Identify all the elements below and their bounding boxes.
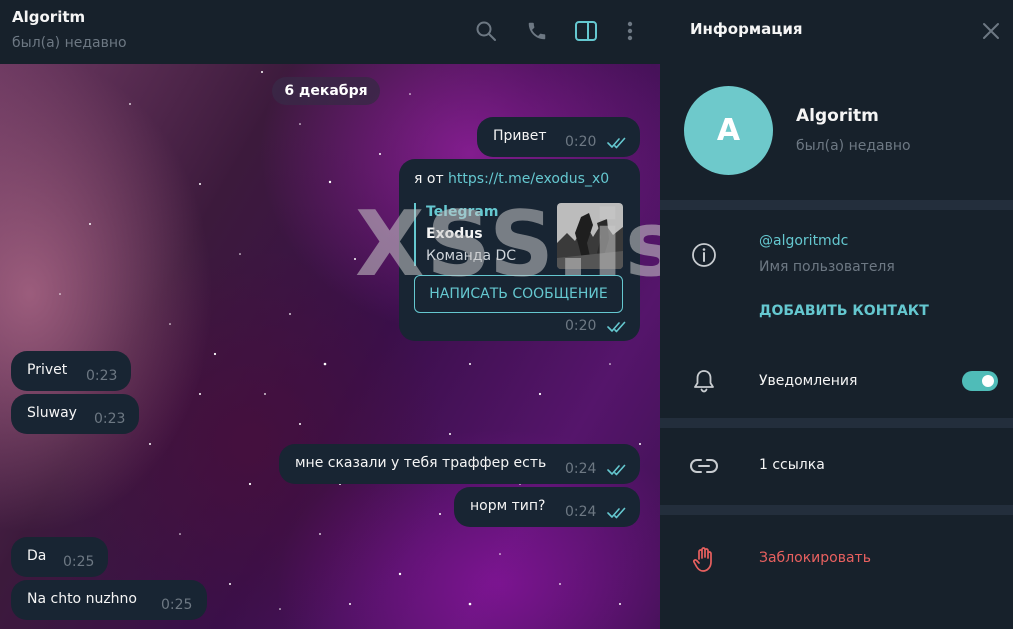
link-preview-site: Telegram (426, 204, 499, 220)
message-time: 0:23 (94, 411, 126, 427)
info-icon (690, 241, 718, 269)
message-bubble-incoming[interactable]: Na chto nuzhno 0:25 (11, 580, 207, 620)
section-divider (660, 418, 1013, 428)
double-check-icon (607, 321, 626, 333)
message-text: Da (27, 548, 47, 564)
write-message-button[interactable]: НАПИСАТЬ СООБЩЕНИЕ (414, 275, 623, 313)
chat-panel: Algoritm был(а) недавно 6 декабря Привет… (0, 0, 660, 629)
message-bubble-incoming[interactable]: Da 0:25 (11, 537, 108, 577)
message-link[interactable]: https://t.me/exodus_x0 (448, 171, 609, 187)
chat-title[interactable]: Algoritm (12, 8, 85, 26)
double-check-icon (607, 464, 626, 476)
message-text: Privet (27, 362, 68, 378)
link-preview-bar (414, 203, 416, 266)
block-user-button[interactable]: Заблокировать (759, 550, 871, 566)
add-contact-button[interactable]: ДОБАВИТЬ КОНТАКТ (759, 303, 929, 319)
phone-icon[interactable] (522, 16, 552, 46)
message-time: 0:25 (161, 597, 193, 613)
bell-icon (690, 367, 718, 395)
message-time: 0:23 (86, 368, 118, 384)
link-icon (690, 452, 718, 480)
info-panel-title: Информация (690, 20, 803, 38)
message-bubble-outgoing[interactable]: мне сказали у тебя траффер есть 0:24 (279, 444, 640, 484)
message-time: 0:24 (565, 504, 597, 520)
chat-status: был(а) недавно (12, 35, 127, 51)
message-text: Sluway (27, 405, 77, 421)
message-text: мне сказали у тебя траффер есть (295, 455, 547, 471)
info-panel: Информация A Algoritm был(а) недавно @al… (660, 0, 1013, 629)
profile-status: был(а) недавно (796, 138, 911, 154)
notifications-toggle[interactable] (962, 371, 998, 391)
sidebar-toggle-icon[interactable] (571, 16, 601, 46)
date-separator: 6 декабря (272, 77, 380, 105)
message-bubble-incoming[interactable]: Sluway 0:23 (11, 394, 139, 434)
hand-block-icon (690, 545, 718, 573)
message-text: норм тип? (470, 498, 546, 514)
search-icon[interactable] (471, 16, 501, 46)
chat-header: Algoritm был(а) недавно (0, 0, 660, 64)
close-icon[interactable] (978, 18, 1004, 44)
profile-name: Algoritm (796, 106, 879, 126)
message-text: Привет (493, 128, 547, 144)
toggle-knob (980, 373, 996, 389)
message-text: Na chto nuzhno (27, 591, 137, 607)
section-divider (660, 200, 1013, 210)
message-bubble-outgoing[interactable]: Привет 0:20 (477, 117, 640, 157)
message-time: 0:25 (63, 554, 95, 570)
message-bubble-incoming[interactable]: Privet 0:23 (11, 351, 131, 391)
link-preview-thumbnail[interactable] (557, 203, 623, 269)
double-check-icon (607, 507, 626, 519)
message-time: 0:24 (565, 461, 597, 477)
message-text: я от https://t.me/exodus_x0 (414, 171, 609, 187)
section-divider (660, 505, 1013, 515)
message-time: 0:20 (565, 134, 597, 150)
link-preview-description: Команда DC (426, 248, 517, 264)
notifications-label: Уведомления (759, 373, 858, 389)
username-label: Имя пользователя (759, 259, 895, 275)
message-bubble-outgoing[interactable]: норм тип? 0:24 (454, 487, 640, 527)
double-check-icon (607, 137, 626, 149)
message-bubble-outgoing[interactable]: я от https://t.me/exodus_x0 Telegram Exo… (399, 159, 640, 341)
link-preview-title: Exodus (426, 226, 483, 242)
message-text-prefix: я от (414, 171, 449, 187)
more-vertical-icon[interactable] (615, 16, 645, 46)
shared-links-item[interactable]: 1 ссылка (759, 457, 825, 473)
username-value[interactable]: @algoritmdc (759, 233, 848, 249)
avatar[interactable]: A (684, 86, 773, 175)
message-time: 0:20 (565, 318, 597, 334)
